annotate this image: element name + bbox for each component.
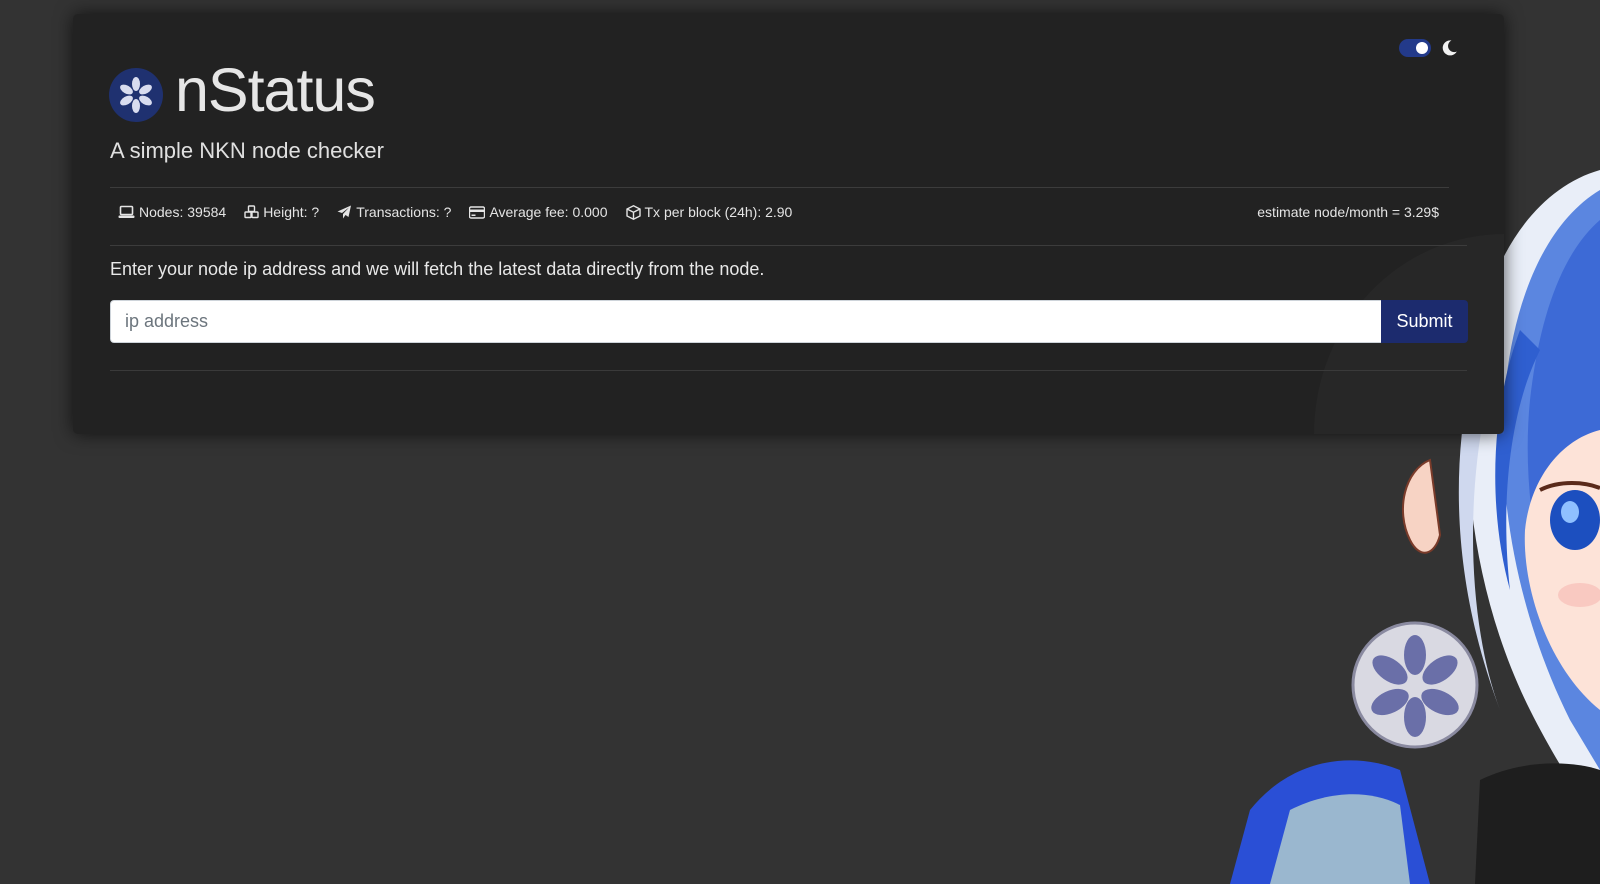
stat-average-fee: Average fee: 0.000 (469, 204, 608, 220)
instructions-text: Enter your node ip address and we will f… (110, 259, 765, 279)
ip-form: Submit (110, 300, 1468, 343)
divider (110, 187, 1449, 188)
laptop-icon (118, 205, 135, 219)
stat-transactions-label: Transactions: ? (356, 204, 452, 220)
divider (110, 245, 1467, 246)
theme-switch[interactable] (1399, 39, 1431, 57)
theme-toggle (1399, 38, 1459, 58)
page-title: nStatus (175, 55, 376, 124)
stat-nodes-label: Nodes: 39584 (139, 204, 227, 220)
estimate-node-month: estimate node/month = 3.29$ (1257, 204, 1439, 220)
submit-button[interactable]: Submit (1381, 300, 1468, 343)
stat-tx-per-block-label: Tx per block (24h): 2.90 (644, 204, 793, 220)
switch-knob (1416, 42, 1428, 54)
cubes-icon (244, 205, 259, 219)
stat-nodes: Nodes: 39584 (118, 204, 226, 220)
credit-card-icon (469, 205, 486, 219)
stat-average-fee-label: Average fee: 0.000 (489, 204, 608, 220)
box-icon (625, 204, 641, 220)
stat-height: Height: ? (244, 204, 319, 220)
stat-transactions: Transactions: ? (337, 204, 451, 220)
divider (110, 370, 1467, 371)
brand: nStatus (109, 55, 376, 124)
nkn-flower-icon (109, 68, 163, 122)
page: nStatus A simple NKN node checker Nodes:… (0, 0, 1600, 884)
paper-plane-icon (337, 205, 352, 219)
stats-bar: Nodes: 39584 Height: ? Transactions: ? A… (118, 204, 792, 220)
moon-icon (1439, 38, 1459, 58)
page-subtitle: A simple NKN node checker (110, 138, 384, 163)
stat-height-label: Height: ? (263, 204, 320, 220)
ip-address-input[interactable] (110, 300, 1381, 343)
main-card: nStatus A simple NKN node checker Nodes:… (73, 14, 1504, 434)
stat-tx-per-block: Tx per block (24h): 2.90 (625, 204, 793, 220)
